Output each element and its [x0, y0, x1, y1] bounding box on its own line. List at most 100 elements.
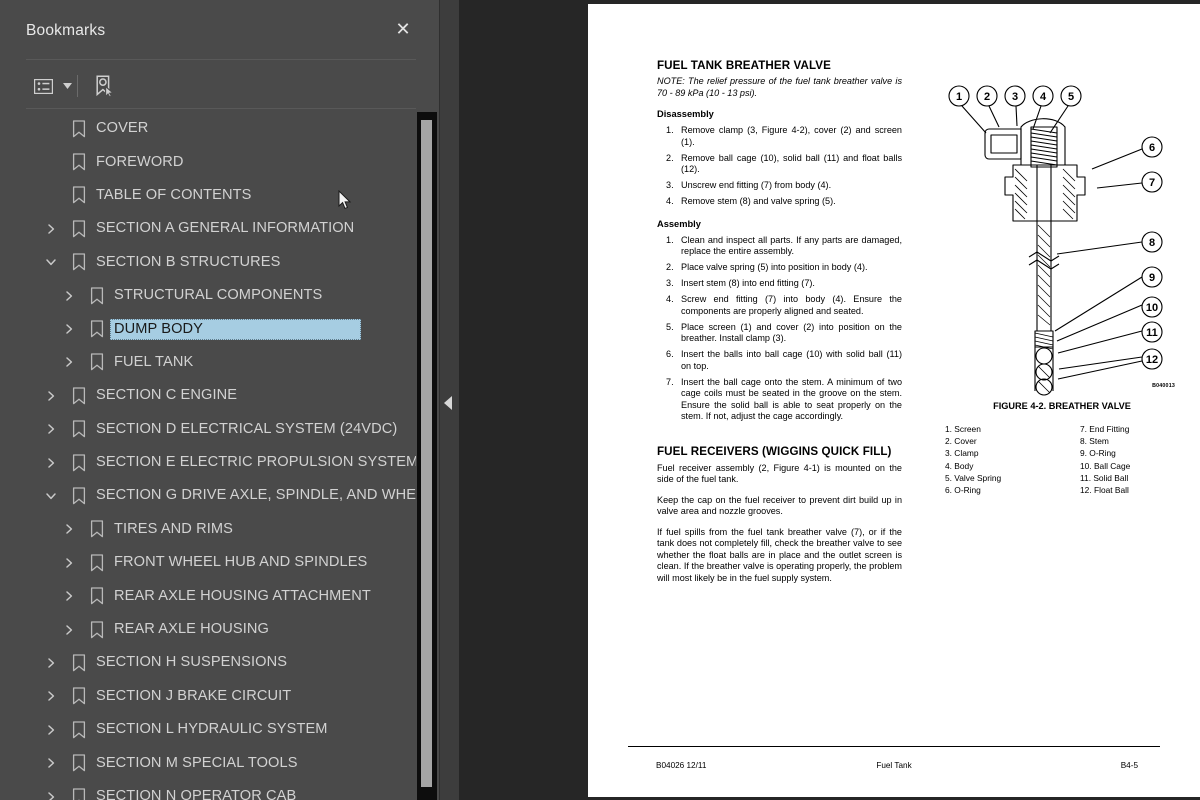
- bookmark-label: COVER: [96, 120, 149, 137]
- chevron-right-icon[interactable]: [61, 354, 77, 370]
- step-item: Remove ball cage (10), solid ball (11) a…: [666, 152, 902, 175]
- bookmark-item[interactable]: SECTION B STRUCTURES: [26, 246, 416, 279]
- bookmark-icon: [90, 520, 104, 538]
- callout-5: 5: [1068, 91, 1074, 103]
- bookmark-icon: [90, 286, 104, 305]
- bookmark-item[interactable]: SECTION G DRIVE AXLE, SPINDLE, AND WHEEL…: [26, 479, 416, 512]
- legend-column-right: 7. End Fitting 8. Stem 9. O-Ring 10. Ball C…: [1066, 423, 1187, 496]
- bookmark-item[interactable]: DUMP BODY: [26, 312, 416, 345]
- bookmark-icon: [72, 186, 86, 204]
- bookmarks-panel: Bookmarks ✕ COVER FOREWORD TABLE OF CONT…: [0, 0, 440, 800]
- document-viewer: FUEL TANK BREATHER VALVE NOTE: The relie…: [440, 0, 1200, 800]
- chevron-right-icon[interactable]: [43, 688, 59, 704]
- legend-entry: 12. Float Ball: [1080, 485, 1129, 496]
- bookmark-item[interactable]: REAR AXLE HOUSING: [26, 613, 416, 646]
- bookmark-item[interactable]: SECTION A GENERAL INFORMATION: [26, 212, 416, 245]
- bookmark-icon: [72, 487, 86, 505]
- left-text-column: FUEL TANK BREATHER VALVE NOTE: The relie…: [657, 59, 902, 593]
- collapse-panel-arrow-icon[interactable]: [444, 396, 452, 410]
- legend-entry: 2. Cover: [945, 436, 977, 447]
- legend-entry: 11. Solid Ball: [1080, 472, 1129, 483]
- bookmark-label: SECTION H SUSPENSIONS: [96, 654, 288, 671]
- bookmark-item[interactable]: FOREWORD: [26, 145, 416, 178]
- chevron-right-icon[interactable]: [43, 655, 59, 671]
- note-paragraph: NOTE: The relief pressure of the fuel ta…: [657, 76, 902, 98]
- bookmark-label: SECTION G DRIVE AXLE, SPINDLE, AND WHEEL…: [96, 487, 416, 504]
- legend-entry: 1. Screen: [945, 424, 981, 434]
- step-item: Clean and inspect all parts. If any part…: [666, 234, 902, 257]
- chevron-right-icon[interactable]: [61, 321, 77, 337]
- legend-entry: 8. Stem: [1080, 436, 1109, 447]
- bookmarks-panel-inner: Bookmarks ✕ COVER FOREWORD TABLE OF CONT…: [20, 12, 439, 800]
- new-bookmark-icon[interactable]: [87, 72, 121, 100]
- chevron-right-icon[interactable]: [43, 455, 59, 471]
- footer-divider: [628, 746, 1160, 747]
- toolbar-separator: [77, 75, 78, 97]
- bookmark-label: SECTION D ELECTRICAL SYSTEM (24VDC): [96, 420, 398, 437]
- figure-block: 1 2 3 4 5 6 7 8 9 10 11 12 B040013 FIGUR…: [937, 69, 1187, 496]
- bookmark-item[interactable]: SECTION J BRAKE CIRCUIT: [26, 680, 416, 713]
- step-item: Insert stem (8) into end fitting (7).: [666, 278, 815, 289]
- bookmark-item[interactable]: STRUCTURAL COMPONENTS: [26, 279, 416, 312]
- close-icon[interactable]: ✕: [392, 18, 414, 40]
- bookmark-icon: [90, 620, 104, 639]
- bookmark-item[interactable]: SECTION C ENGINE: [26, 379, 416, 412]
- chevron-right-icon[interactable]: [43, 755, 59, 771]
- bookmark-tree[interactable]: COVER FOREWORD TABLE OF CONTENTS SECTION A …: [26, 112, 416, 800]
- bookmark-item[interactable]: TIRES AND RIMS: [26, 513, 416, 546]
- chevron-right-icon[interactable]: [43, 421, 59, 437]
- bookmark-item[interactable]: SECTION L HYDRAULIC SYSTEM: [26, 713, 416, 746]
- paragraph: Keep the cap on the fuel receiver to pre…: [657, 494, 902, 517]
- bookmark-icon: [90, 554, 104, 572]
- chevron-right-icon[interactable]: [43, 789, 59, 800]
- fuel-receivers-paragraphs: Fuel receiver assembly (2, Figure 4-1) i…: [657, 463, 902, 585]
- chevron-right-icon[interactable]: [43, 388, 59, 404]
- bookmark-item[interactable]: SECTION N OPERATOR CAB: [26, 780, 416, 800]
- bookmark-item[interactable]: REAR AXLE HOUSING ATTACHMENT: [26, 579, 416, 612]
- callout-8: 8: [1149, 237, 1155, 249]
- bookmark-label: SECTION C ENGINE: [96, 387, 238, 404]
- bookmark-item[interactable]: SECTION D ELECTRICAL SYSTEM (24VDC): [26, 413, 416, 446]
- chevron-down-icon[interactable]: [43, 488, 59, 504]
- step-item: Remove clamp (3, Figure 4-2), cover (2) …: [666, 125, 902, 147]
- chevron-right-icon[interactable]: [61, 288, 77, 304]
- scrollbar-thumb[interactable]: [421, 120, 432, 787]
- bookmark-item[interactable]: SECTION M SPECIAL TOOLS: [26, 746, 416, 779]
- chevron-right-icon[interactable]: [61, 622, 77, 638]
- figure-legend: 1. Screen 2. Cover 3. Clamp 4. Body 5. Valve…: [937, 423, 1187, 496]
- chevron-right-icon[interactable]: [61, 588, 77, 604]
- chevron-right-icon[interactable]: [43, 221, 59, 237]
- chevron-right-icon[interactable]: [61, 555, 77, 571]
- chevron-down-icon[interactable]: [43, 254, 59, 270]
- list-options-icon[interactable]: [26, 72, 60, 100]
- paragraph: Fuel receiver assembly (2, Figure 4-1) i…: [657, 462, 902, 485]
- bookmark-label: SECTION J BRAKE CIRCUIT: [96, 687, 292, 704]
- bookmark-item[interactable]: COVER: [26, 112, 416, 145]
- bookmark-icon: [90, 353, 104, 371]
- assembly-steps: Clean and inspect all parts. If any part…: [657, 235, 902, 423]
- bookmark-item[interactable]: TABLE OF CONTENTS: [26, 179, 416, 212]
- callout-3: 3: [1012, 91, 1018, 103]
- chevron-right-icon[interactable]: [61, 521, 77, 537]
- bookmark-item[interactable]: FRONT WHEEL HUB AND SPINDLES: [26, 546, 416, 579]
- bookmark-item[interactable]: FUEL TANK: [26, 346, 416, 379]
- callout-9: 9: [1149, 272, 1155, 284]
- page-footer: B04026 12/11 Fuel Tank B4-5: [628, 755, 1160, 775]
- footer-right: B4-5: [1120, 760, 1138, 770]
- callout-6: 6: [1149, 142, 1155, 154]
- disassembly-heading: Disassembly: [657, 109, 714, 120]
- chevron-right-icon[interactable]: [43, 722, 59, 738]
- bookmark-label: REAR AXLE HOUSING: [114, 621, 269, 638]
- header-divider: [26, 59, 416, 60]
- panel-splitter[interactable]: [440, 0, 459, 800]
- step-item: Insert the balls into ball cage (10) wit…: [666, 349, 902, 371]
- bookmark-item[interactable]: SECTION H SUSPENSIONS: [26, 646, 416, 679]
- bookmark-item[interactable]: SECTION E ELECTRIC PROPULSION SYSTEM: [26, 446, 416, 479]
- bookmark-label: TIRES AND RIMS: [114, 520, 233, 537]
- legend-entry: 9. O-Ring: [1080, 448, 1116, 459]
- bookmarks-scrollbar[interactable]: [417, 112, 437, 800]
- chevron-down-icon[interactable]: [60, 72, 74, 100]
- bookmark-icon: [90, 587, 104, 605]
- step-item: Place screen (1) and cover (2) into posi…: [666, 321, 902, 344]
- legend-entry: 3. Clamp: [945, 448, 979, 459]
